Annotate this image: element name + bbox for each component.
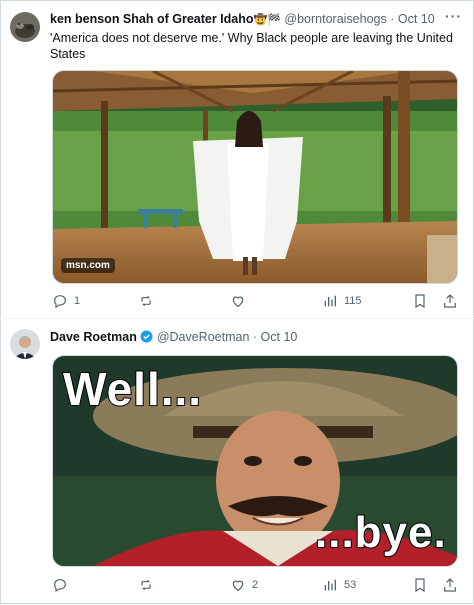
post-date[interactable]: Oct 10 xyxy=(261,330,298,344)
reply-icon xyxy=(54,579,66,593)
author-handle[interactable]: @DaveRoetman xyxy=(157,330,250,344)
action-bar: 1 115 xyxy=(52,292,456,310)
views-count: 53 xyxy=(344,579,357,591)
views-count: 115 xyxy=(344,295,362,307)
post-date[interactable]: Oct 10 xyxy=(398,12,435,26)
meme-top-caption: Well... xyxy=(62,362,203,416)
like-icon xyxy=(232,580,244,592)
author-name[interactable]: Dave Roetman xyxy=(50,330,137,344)
views-button[interactable]: 53 xyxy=(322,576,356,594)
repost-button[interactable] xyxy=(138,576,160,594)
author-emoji: 🤠🏁 xyxy=(253,14,281,26)
bookmark-icon xyxy=(415,578,425,593)
bookmark-button[interactable] xyxy=(412,292,428,310)
woman-in-pavilion-image xyxy=(53,71,457,283)
share-icon xyxy=(444,294,456,308)
post-dave-roetman[interactable]: Dave Roetman @DaveRoetman · Oct 10 Well.… xyxy=(0,318,474,605)
share-button[interactable] xyxy=(442,292,458,310)
post-header: ken benson Shah of Greater Idaho🤠🏁 @born… xyxy=(50,10,464,28)
avatar[interactable] xyxy=(10,12,40,42)
like-count: 2 xyxy=(252,579,259,591)
post-image[interactable]: Well... ...bye. xyxy=(52,355,458,567)
like-button[interactable]: 2 xyxy=(230,576,258,594)
repost-icon xyxy=(141,295,151,307)
post-header: Dave Roetman @DaveRoetman · Oct 10 xyxy=(50,328,464,346)
post-image[interactable]: msn.com xyxy=(52,70,458,284)
views-button[interactable]: 115 xyxy=(322,292,362,310)
avatar[interactable] xyxy=(10,329,40,359)
reply-button[interactable]: 1 xyxy=(52,292,80,310)
like-button[interactable] xyxy=(230,292,252,310)
bookmark-icon xyxy=(415,294,425,309)
reply-button[interactable] xyxy=(52,576,74,594)
share-button[interactable] xyxy=(442,576,458,594)
reply-count: 1 xyxy=(74,295,81,307)
author-name[interactable]: ken benson Shah of Greater Idaho xyxy=(50,12,254,26)
image-source-label[interactable]: msn.com xyxy=(61,258,115,273)
action-bar: 2 53 xyxy=(52,576,456,594)
verified-badge-icon xyxy=(140,330,153,343)
author-handle[interactable]: @borntoraisehogs xyxy=(284,12,386,26)
share-icon xyxy=(444,578,456,592)
post-ken-benson[interactable]: ken benson Shah of Greater Idaho🤠🏁 @born… xyxy=(0,0,474,318)
reply-icon xyxy=(54,295,66,309)
like-icon xyxy=(232,296,244,308)
bookmark-button[interactable] xyxy=(412,576,428,594)
repost-button[interactable] xyxy=(138,292,160,310)
separator: · xyxy=(252,330,258,344)
more-options-button[interactable]: ··· xyxy=(445,8,462,24)
repost-icon xyxy=(141,579,151,591)
views-icon xyxy=(324,295,336,307)
meme-bottom-caption: ...bye. xyxy=(314,507,447,558)
post-text: 'America does not deserve me.' Why Black… xyxy=(50,31,453,61)
separator: · xyxy=(390,12,395,26)
views-icon xyxy=(324,579,336,591)
